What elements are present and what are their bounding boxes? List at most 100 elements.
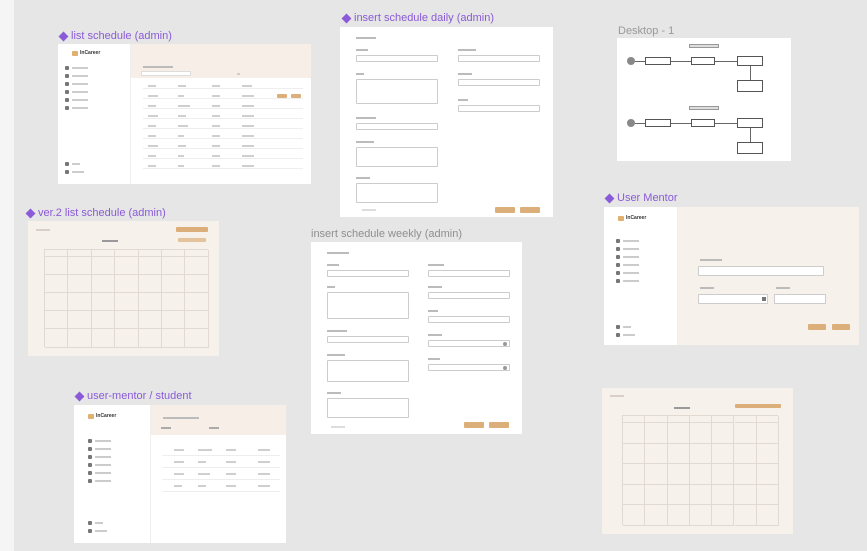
nav-icon <box>65 98 69 102</box>
sidebar-item[interactable] <box>65 162 80 166</box>
mentor-contact-input[interactable] <box>774 294 826 304</box>
filter-select[interactable] <box>141 71 191 76</box>
sidebar-item[interactable] <box>616 247 639 251</box>
filter-icon[interactable] <box>237 73 240 75</box>
title-input[interactable] <box>356 55 438 62</box>
frame-label-user-mentor[interactable]: User Mentor <box>604 192 678 204</box>
frame-insert-daily[interactable] <box>340 27 553 217</box>
notes-textarea[interactable] <box>356 147 438 167</box>
frame-label-insert-weekly[interactable]: insert schedule weekly (admin) <box>311 228 462 240</box>
sidebar-item[interactable] <box>65 98 88 102</box>
tab-student[interactable] <box>209 427 219 429</box>
mentor-name-input[interactable] <box>698 266 824 276</box>
frame-label-ver2-list[interactable]: ver.2 list schedule (admin) <box>25 207 166 219</box>
nav-label <box>95 480 111 482</box>
edit-button[interactable] <box>277 94 287 98</box>
cancel-button[interactable] <box>495 207 515 213</box>
schedule-type-select[interactable] <box>327 336 409 343</box>
sidebar-item[interactable] <box>88 439 111 443</box>
frame-insert-weekly[interactable] <box>311 242 522 434</box>
start-date-input[interactable] <box>428 340 510 347</box>
frame-label-list-schedule[interactable]: list schedule (admin) <box>58 30 172 42</box>
mentor-category-select[interactable] <box>698 294 768 304</box>
notes-textarea[interactable] <box>327 360 409 382</box>
add-schedule-button[interactable] <box>176 227 208 232</box>
save-button[interactable] <box>489 422 509 428</box>
table-cell <box>148 105 156 107</box>
calendar-week-row <box>623 423 779 444</box>
time-to-input[interactable] <box>428 316 510 323</box>
end-date-input[interactable] <box>428 364 510 371</box>
sidebar-item[interactable] <box>88 521 103 525</box>
calendar-icon[interactable] <box>503 342 507 346</box>
table-cell <box>212 145 220 147</box>
sidebar-item[interactable] <box>616 271 639 275</box>
schedule-date-input[interactable] <box>458 55 540 62</box>
tab-mentor[interactable] <box>161 427 171 429</box>
content-header <box>151 405 286 435</box>
location-textarea[interactable] <box>356 183 438 203</box>
field-label <box>700 287 714 289</box>
frame-label-user-mentor-student[interactable]: user-mentor / student <box>74 390 192 402</box>
delete-button[interactable] <box>291 94 301 98</box>
sidebar-item[interactable] <box>616 325 631 329</box>
frame-ver2-list[interactable] <box>28 221 219 356</box>
description-textarea[interactable] <box>327 292 409 319</box>
frame-calendar[interactable] <box>602 388 793 534</box>
frame-label-desktop[interactable]: Desktop - 1 <box>618 25 674 37</box>
frame-user-mentor[interactable]: InCareer <box>604 207 859 345</box>
time-from-input[interactable] <box>458 79 540 86</box>
diamond-icon <box>604 193 615 203</box>
frame-desktop-diagram[interactable] <box>617 38 791 161</box>
frame-list-schedule[interactable]: InCareer <box>58 44 311 184</box>
add-schedule-button[interactable] <box>735 404 781 408</box>
time-to-input[interactable] <box>458 105 540 112</box>
sidebar-item[interactable] <box>65 106 88 110</box>
calendar-icon[interactable] <box>503 366 507 370</box>
frame-label-insert-daily[interactable]: insert schedule daily (admin) <box>341 12 494 24</box>
description-textarea[interactable] <box>356 79 438 104</box>
frame-user-mentor-student[interactable]: InCareer <box>74 405 286 543</box>
sidebar-item[interactable] <box>88 447 111 451</box>
nav-label <box>72 163 80 165</box>
diagram-connector <box>750 66 751 80</box>
sidebar-item[interactable] <box>616 263 639 267</box>
sidebar-item[interactable] <box>65 74 88 78</box>
diamond-icon <box>58 31 69 41</box>
save-button[interactable] <box>832 324 850 330</box>
calendar-header <box>185 250 209 257</box>
diagram-connector <box>671 123 691 124</box>
sidebar-item[interactable] <box>88 479 111 483</box>
sidebar-item[interactable] <box>616 255 639 259</box>
sidebar-item[interactable] <box>65 66 88 70</box>
view-toggle[interactable] <box>178 238 206 242</box>
sidebar-item[interactable] <box>616 333 635 337</box>
sidebar-item[interactable] <box>616 239 639 243</box>
location-textarea[interactable] <box>327 398 409 418</box>
sidebar-item[interactable] <box>65 90 88 94</box>
calendar-header <box>623 416 646 423</box>
sidebar-item[interactable] <box>65 82 88 86</box>
table-row <box>143 148 303 149</box>
cancel-button[interactable] <box>464 422 484 428</box>
save-button[interactable] <box>520 207 540 213</box>
table-row <box>162 479 280 480</box>
day-of-week-input[interactable] <box>428 270 510 277</box>
chevron-down-icon[interactable] <box>762 297 766 301</box>
nav-icon <box>88 471 92 475</box>
frame-label-text: insert schedule weekly (admin) <box>311 228 463 240</box>
sidebar-item[interactable] <box>88 529 107 533</box>
sidebar-item[interactable] <box>88 471 111 475</box>
cancel-button[interactable] <box>808 324 826 330</box>
field-label <box>327 286 335 288</box>
nav-label <box>72 75 88 77</box>
sidebar-item[interactable] <box>616 279 639 283</box>
title-input[interactable] <box>327 270 409 277</box>
sidebar-item[interactable] <box>88 455 111 459</box>
table-cell <box>212 135 220 137</box>
schedule-type-select[interactable] <box>356 123 438 130</box>
field-label <box>356 141 374 143</box>
time-from-input[interactable] <box>428 292 510 299</box>
sidebar-item[interactable] <box>88 463 111 467</box>
sidebar-item[interactable] <box>65 170 84 174</box>
